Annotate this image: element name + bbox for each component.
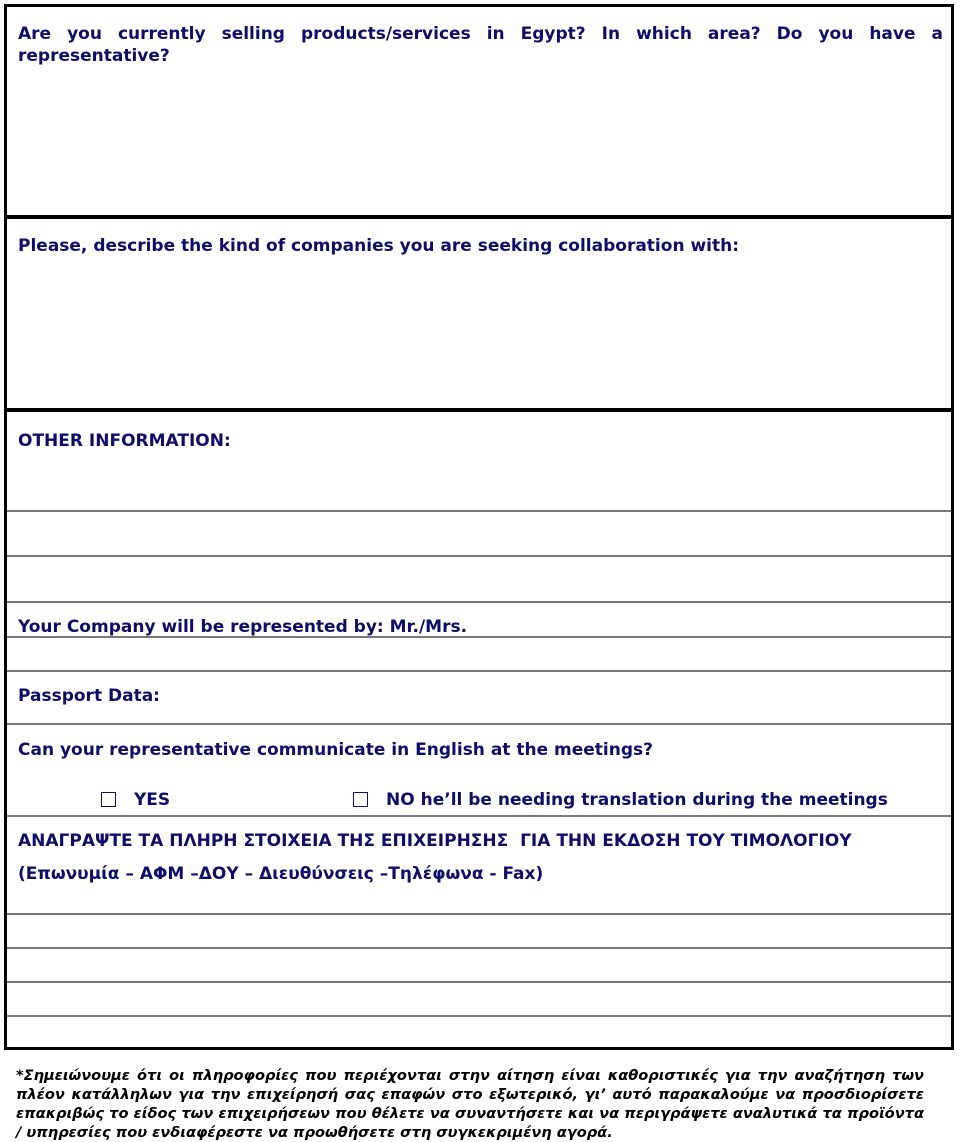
passport-data-label: Passport Data: xyxy=(18,686,160,706)
selling-answer-area[interactable] xyxy=(7,73,951,215)
yes-option-label: YES xyxy=(134,790,171,810)
option-no[interactable]: NO he’ll be needing translation during t… xyxy=(353,789,913,811)
application-form: Are you currently selling products/servi… xyxy=(4,4,954,1050)
no-option-label: NO he’ll be needing translation during t… xyxy=(386,790,888,810)
passport-data-field[interactable] xyxy=(157,672,951,722)
invoice-line-4[interactable] xyxy=(7,1017,951,1047)
row-rule xyxy=(7,815,951,817)
collaboration-answer-area[interactable] xyxy=(7,263,951,407)
other-information-line-2[interactable] xyxy=(7,557,951,600)
other-information-label: OTHER INFORMATION: xyxy=(18,431,231,451)
other-information-answer-area[interactable] xyxy=(7,457,951,509)
invoice-line-3[interactable] xyxy=(7,983,951,1014)
yes-checkbox[interactable] xyxy=(101,792,116,807)
represented-by-label: Your Company will be represented by: Mr.… xyxy=(18,617,468,637)
english-question-label: Can your representative communicate in E… xyxy=(18,740,654,760)
collaboration-prompt-label: Please, describe the kind of companies y… xyxy=(18,236,740,256)
option-yes[interactable]: YES xyxy=(101,789,201,811)
invoice-details-header: ΑΝΑΓΡΑΨΤΕ ΤΑ ΠΛΗΡΗ ΣΤΟΙΧΕΙΑ ΤΗΣ ΕΠΙΧΕΙΡΗ… xyxy=(18,831,852,851)
footnote-note: *Σημειώνουμε ότι οι πληροφορίες που περι… xyxy=(16,1067,924,1141)
representative-name-field[interactable] xyxy=(7,638,951,668)
invoice-details-fields-label: (Επωνυμία – ΑΦΜ –ΔΟΥ – Διευθύνσεις –Τηλέ… xyxy=(18,864,544,884)
section-divider xyxy=(7,215,951,219)
section-divider xyxy=(7,408,951,412)
no-checkbox[interactable] xyxy=(353,792,368,807)
selling-question-label: Are you currently selling products/servi… xyxy=(18,24,943,66)
other-information-line-1[interactable] xyxy=(7,512,951,554)
invoice-line-1[interactable] xyxy=(7,915,951,946)
row-rule xyxy=(7,723,951,725)
row-rule xyxy=(7,601,951,603)
invoice-line-2[interactable] xyxy=(7,949,951,980)
